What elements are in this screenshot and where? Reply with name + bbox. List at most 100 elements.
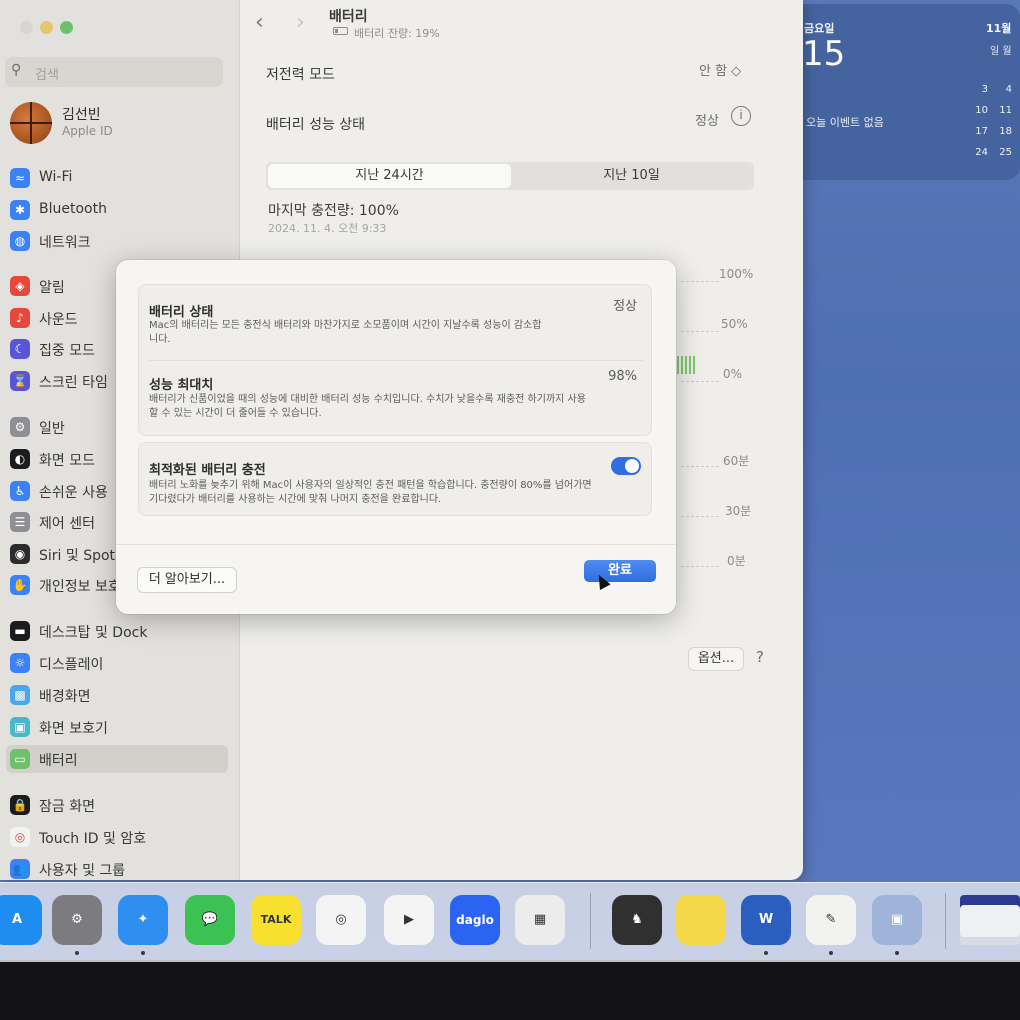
calendar-widget[interactable]: 금요일 15 오늘 이벤트 없음 11월 일 월 3 4 10 11 17 18… xyxy=(788,4,1020,180)
sidebar-item-label: 디스플레이 xyxy=(39,657,104,673)
search-input[interactable]: ⚲ 검색 xyxy=(5,57,223,87)
sidebar-item-label: 화면 모드 xyxy=(39,453,95,469)
apple-id-row[interactable]: 김선빈 Apple ID xyxy=(8,100,233,148)
help-button[interactable]: ? xyxy=(756,648,764,666)
avatar xyxy=(10,102,52,144)
appearance-icon: ◐ xyxy=(10,449,30,469)
minimized-window-thumbnail[interactable] xyxy=(960,895,1020,945)
sidebar-item-wifi[interactable]: ≈ Wi-Fi xyxy=(6,164,228,192)
maximum-capacity-title: 성능 최대치 xyxy=(149,378,214,393)
sidebar-item-label: 알림 xyxy=(39,280,65,296)
play-icon[interactable]: ▶ xyxy=(384,895,434,945)
hand-icon: ✋ xyxy=(10,575,30,595)
calendar-no-events: 오늘 이벤트 없음 xyxy=(806,116,884,129)
sidebar-item-fingerprint[interactable]: ◎ Touch ID 및 암호 xyxy=(6,823,228,851)
sidebar-item-label: 잠금 화면 xyxy=(39,799,95,815)
battery-info-card: 배터리 상태 정상 Mac의 배터리는 모든 충전식 배터리와 마찬가지로 소모… xyxy=(138,284,652,436)
calendar-day: 17 xyxy=(975,126,988,137)
running-indicator xyxy=(75,951,79,955)
user-name: 김선빈 xyxy=(62,107,101,123)
sidebar-item-screensaver[interactable]: ▣ 화면 보호기 xyxy=(6,713,228,741)
sidebar-item-label: 집중 모드 xyxy=(39,343,95,359)
sidebar-item-lock[interactable]: 🔒 잠금 화면 xyxy=(6,791,228,819)
grid-line xyxy=(681,566,719,567)
textedit-icon[interactable]: ✎ xyxy=(806,895,856,945)
hourglass-icon: ⌛ xyxy=(10,371,30,391)
notes-icon[interactable] xyxy=(676,895,726,945)
daglo-icon[interactable]: daglo xyxy=(450,895,500,945)
running-indicator xyxy=(895,951,899,955)
sidebar-item-label: 손쉬운 사용 xyxy=(39,485,108,501)
sidebar-item-globe[interactable]: ◍ 네트워크 xyxy=(6,227,228,255)
wallpaper-icon: ▩ xyxy=(10,685,30,705)
wifi-icon: ≈ xyxy=(10,168,30,188)
window-minimize-button[interactable] xyxy=(40,21,53,34)
tab-last-10-days[interactable]: 지난 10일 xyxy=(511,164,752,188)
optimized-charging-toggle[interactable] xyxy=(611,457,641,475)
running-indicator xyxy=(141,951,145,955)
time-range-segmented-control: 지난 24시간 지난 10일 xyxy=(266,162,754,190)
messages-icon[interactable]: 💬 xyxy=(185,895,235,945)
sidebar-item-wallpaper[interactable]: ▩ 배경화면 xyxy=(6,681,228,709)
tab-last-24-hours[interactable]: 지난 24시간 xyxy=(268,164,511,188)
app-store-icon[interactable]: A xyxy=(0,895,42,945)
battery-level-bars xyxy=(677,356,697,374)
info-icon[interactable]: i xyxy=(731,106,751,126)
last-charge-date: 2024. 11. 4. 오전 9:33 xyxy=(268,222,387,235)
window-zoom-button[interactable] xyxy=(60,21,73,34)
sidebar-item-users[interactable]: 👥 사용자 및 그룹 xyxy=(6,855,228,880)
sidebar-item-label: Touch ID 및 암호 xyxy=(39,831,147,847)
window-close-button[interactable] xyxy=(20,21,33,34)
grid-line xyxy=(681,331,719,332)
battery-condition-value: 정상 xyxy=(613,299,637,314)
calendar-date: 15 xyxy=(802,34,846,74)
green-circle-app-icon[interactable]: ◎ xyxy=(316,895,366,945)
siri-icon: ◉ xyxy=(10,544,30,564)
preview-icon[interactable]: ▣ xyxy=(872,895,922,945)
calendar-day: 4 xyxy=(1005,84,1012,95)
low-power-select[interactable]: 안 함 ◇ xyxy=(699,60,741,79)
divider xyxy=(116,544,676,545)
system-settings-icon[interactable]: ⚙ xyxy=(52,895,102,945)
battery-health-sheet: 배터리 상태 정상 Mac의 배터리는 모든 충전식 배터리와 마찬가지로 소모… xyxy=(116,260,676,614)
back-button[interactable]: ‹ xyxy=(255,10,264,35)
sidebar-item-sun[interactable]: ☼ 디스플레이 xyxy=(6,649,228,677)
sidebar-item-dock[interactable]: ▬ 데스크탑 및 Dock xyxy=(6,617,228,645)
grid-line xyxy=(681,466,719,467)
search-icon: ⚲ xyxy=(11,62,22,78)
safari-icon[interactable]: ✦ xyxy=(118,895,168,945)
options-button[interactable]: 옵션... xyxy=(689,648,743,670)
forward-button[interactable]: › xyxy=(296,10,305,35)
maximum-capacity-description: 배터리가 신품이었을 때의 성능에 대비한 배터리 성능 수치입니다. 수치가 … xyxy=(149,394,586,419)
screensaver-icon: ▣ xyxy=(10,717,30,737)
calendar-day: 10 xyxy=(975,105,988,116)
sidebar-item-label: Siri 및 Spot xyxy=(39,548,116,564)
word-icon[interactable]: W xyxy=(741,895,791,945)
gear-icon: ⚙ xyxy=(10,417,30,437)
grid-line xyxy=(681,381,719,382)
optimized-charging-card: 최적화된 배터리 충전 배터리 노화를 늦추기 위해 Mac이 사용자의 일상적… xyxy=(138,442,652,516)
learn-more-button[interactable]: 더 알아보기... xyxy=(138,568,236,592)
battery-condition-description: Mac의 배터리는 모든 충전식 배터리와 마찬가지로 소모품이며 시간이 지날… xyxy=(149,320,542,345)
launchpad-icon[interactable]: ▦ xyxy=(515,895,565,945)
running-indicator xyxy=(764,951,768,955)
kakaotalk-icon[interactable]: TALK xyxy=(251,895,301,945)
sidebar-item-label: Bluetooth xyxy=(39,201,107,217)
sidebar-item-battery[interactable]: ▭ 배터리 xyxy=(6,745,228,773)
calendar-month: 11월 xyxy=(986,22,1012,35)
grid-line xyxy=(681,281,719,282)
sidebar-item-bluetooth[interactable]: ✱ Bluetooth xyxy=(6,196,228,224)
low-power-label: 저전력 모드 xyxy=(266,67,335,83)
globe-icon: ◍ xyxy=(10,231,30,251)
battery-condition-title: 배터리 상태 xyxy=(149,305,214,320)
last-charge-level: 마지막 충전량: 100% xyxy=(268,203,399,219)
sidebar-item-label: 일반 xyxy=(39,421,65,437)
calendar-weekday-header: 일 월 xyxy=(990,46,1012,57)
chess-icon[interactable]: ♞ xyxy=(612,895,662,945)
fingerprint-icon: ◎ xyxy=(10,827,30,847)
battery-small-icon xyxy=(333,27,348,35)
usage-axis-label: 0분 xyxy=(727,554,746,568)
accessibility-icon: ♿ xyxy=(10,481,30,501)
user-subtitle: Apple ID xyxy=(62,124,113,138)
level-axis-label: 50% xyxy=(721,317,748,331)
